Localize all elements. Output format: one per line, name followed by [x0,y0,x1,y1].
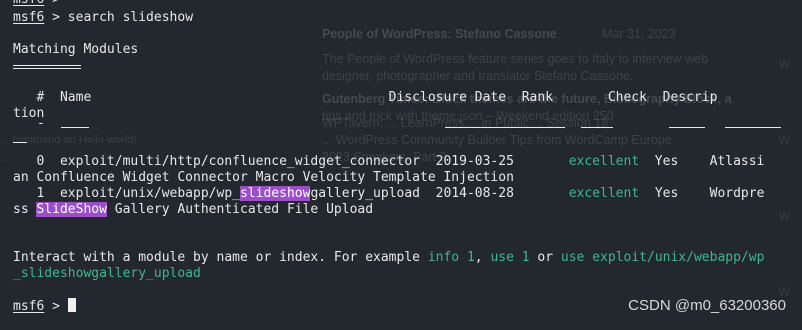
command-text: > search slideshow [44,10,194,25]
section-heading: Matching Modules [13,42,139,57]
watermark: CSDN @m0_63200360 [628,297,786,314]
hint-line: Interact with a module by name or index.… [13,250,764,266]
input-prompt-line[interactable]: msf6 > [13,298,76,314]
prompt-label: msf6 [13,299,45,314]
row-cells: Yes Wordpre [639,186,765,201]
hint-text: or [529,250,561,265]
header-underline-wrap [13,142,27,143]
table-row[interactable]: 1 exploit/unix/webapp/wp_slideshowgaller… [13,186,764,202]
prompt-symbol: > [44,0,60,7]
command-line: msf6 > search slideshow [13,10,193,26]
row-cells: gallery_upload 2014-08-28 [310,186,569,201]
prompt-symbol: > [44,299,68,314]
previous-prompt-line: msf6 > [13,0,60,8]
hint-line-wrap: _slideshowgallery_upload [13,266,201,281]
header-underline-desc [725,127,781,128]
table-header: # Name Disclosure Date Rank Check Descri… [13,90,718,105]
example-command: use exploit/unix/webapp/wp [560,250,765,265]
hint-text: Interact with a module by name or index.… [13,250,428,265]
row-cells: 0 exploit/multi/http/confluence_widget_c… [13,154,569,169]
search-highlight: SlideShow [36,202,107,217]
table-row[interactable]: 0 exploit/multi/http/confluence_widget_c… [13,154,764,170]
header-underline-date [445,127,565,128]
header-dash: - [37,116,45,131]
table-row-wrap: ss SlideShow Gallery Authenticated File … [13,202,373,218]
row-cells: 1 exploit/unix/webapp/wp_ [13,186,240,201]
header-underline-check [669,127,705,128]
rank-value: excellent [568,154,640,169]
prompt-label: msf6 [13,10,45,25]
search-highlight: slideshow [239,186,311,201]
prompt-label: msf6 [13,0,44,7]
table-row-wrap: an Confluence Widget Connector Macro Vel… [13,170,514,185]
hint-text: , [474,250,491,265]
row-cells: Gallery Authenticated File Upload [106,202,374,217]
header-underline-rank [581,127,613,128]
row-cells: Yes Atlassi [639,154,765,169]
example-command: info 1 [427,250,475,265]
cursor-block [67,298,76,312]
terminal-output[interactable]: msf6 > msf6 > search slideshow Matching … [13,0,796,326]
heading-underline [13,65,81,69]
row-cells: ss [13,202,37,217]
rank-value: excellent [568,186,640,201]
header-underline-name [61,127,89,128]
ghost-left-text: ... [0,152,10,164]
example-command: use 1 [490,250,530,265]
